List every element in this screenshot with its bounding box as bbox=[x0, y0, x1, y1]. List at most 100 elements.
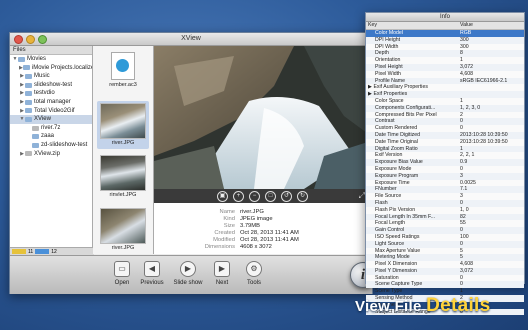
info-row[interactable]: DPI Height 300 bbox=[366, 36, 524, 44]
info-row[interactable]: Custom Rendered 0 bbox=[366, 125, 524, 132]
info-value: 1 bbox=[460, 57, 463, 64]
close-window-button[interactable] bbox=[14, 35, 23, 44]
info-row[interactable]: Color Model RGB bbox=[366, 30, 524, 37]
info-row[interactable]: Exif Version 2, 2, 1 bbox=[366, 152, 524, 159]
info-row[interactable]: Depth 8 bbox=[366, 50, 524, 58]
info-key: Components Configurati... bbox=[375, 105, 465, 112]
info-row[interactable]: Max Aperture Value 5 bbox=[366, 248, 524, 255]
info-row[interactable]: File Source 3 bbox=[366, 193, 524, 200]
info-value: 82 bbox=[460, 213, 466, 220]
info-row[interactable]: Exposure Time 0.0025 bbox=[366, 180, 524, 187]
previous-button[interactable]: ◀ Previous bbox=[134, 259, 170, 286]
value-column-header[interactable]: Value bbox=[460, 22, 473, 29]
info-row[interactable]: Scene Capture Type 0 bbox=[366, 281, 524, 289]
info-key: Gain Control bbox=[375, 227, 465, 234]
sidebar-item[interactable]: zaaa bbox=[10, 132, 92, 141]
info-row[interactable]: Focal Length 55 bbox=[366, 220, 524, 227]
info-row[interactable]: Contrast 0 bbox=[366, 118, 524, 126]
info-row[interactable]: Exposure Mode 0 bbox=[366, 166, 524, 173]
zoom-window-button[interactable] bbox=[38, 35, 47, 44]
info-group-row[interactable]: ▶ Exif Properties bbox=[366, 91, 524, 98]
sidebar-item[interactable]: ▶ iMovie Projects.localized bbox=[10, 64, 92, 73]
info-key: Flash Pix Version bbox=[375, 207, 465, 214]
thumbnail-item-selected[interactable]: river.JPG bbox=[97, 101, 149, 149]
info-row[interactable]: Color Space 1 bbox=[366, 98, 524, 105]
info-group-row[interactable]: ▶ Exif Auxiliary Properties bbox=[366, 84, 524, 91]
sidebar-item[interactable]: ▶ Music bbox=[10, 72, 92, 81]
next-label: Next bbox=[215, 280, 229, 286]
info-row[interactable]: FNumber 7.1 bbox=[366, 186, 524, 194]
info-row[interactable]: Pixel Width 4,608 bbox=[366, 71, 524, 78]
image-viewer[interactable] bbox=[154, 46, 371, 189]
file-info-key: Modified bbox=[213, 237, 235, 243]
info-row[interactable]: Date Time Original 2013:10:28 10:39:50 bbox=[366, 139, 524, 146]
info-row[interactable]: Digital Zoom Ratio 1 bbox=[366, 145, 524, 153]
sidebar-item-label: Movies bbox=[27, 56, 47, 62]
sidebar-item[interactable]: ▶ testvdio bbox=[10, 89, 92, 98]
info-row[interactable]: Saturation 0 bbox=[366, 275, 524, 282]
play-icon: ▶ bbox=[180, 261, 196, 277]
info-key-text: Exposure Mode bbox=[375, 165, 412, 172]
info-value: 55 bbox=[460, 220, 466, 227]
folder-icon bbox=[22, 65, 30, 71]
info-row[interactable]: Metering Mode 5 bbox=[366, 254, 524, 262]
thumbnail-item[interactable]: river.JPG bbox=[97, 206, 149, 254]
info-row[interactable]: ISO Speed Ratings 100 bbox=[366, 234, 524, 241]
file-info-panel: Name river.JPG Kind JPEG image Size 3.79MB Cre… bbox=[154, 203, 371, 254]
info-row[interactable]: Date Time Digitized 2013:10:28 10:39:50 bbox=[366, 131, 524, 139]
thumbnail-item[interactable]: rember.ac3 bbox=[97, 52, 149, 98]
save-icon[interactable]: ▣ bbox=[217, 190, 228, 202]
info-value: 0 bbox=[460, 281, 463, 288]
sidebar-item[interactable]: river.7z bbox=[10, 124, 92, 133]
info-row[interactable]: Flash Pix Version 1, 0 bbox=[366, 207, 524, 214]
info-table-body: Color Model RGB DPI Height 300 DPI Width 300 D… bbox=[366, 30, 524, 316]
info-row[interactable]: DPI Width 300 bbox=[366, 44, 524, 51]
key-column-header[interactable]: Key bbox=[368, 22, 458, 29]
rotate-left-icon[interactable]: ↺ bbox=[281, 190, 292, 202]
info-row[interactable]: Flash 0 bbox=[366, 199, 524, 207]
info-row[interactable]: Compressed Bits Per Pixel 2 bbox=[366, 112, 524, 119]
sidebar-item[interactable]: ▶ Total Video2Gif bbox=[10, 107, 92, 116]
info-table-header: Key Value bbox=[366, 22, 524, 30]
info-row[interactable]: Light Source 0 bbox=[366, 240, 524, 248]
thumbnail-item[interactable]: rinvlet.JPG bbox=[97, 153, 149, 201]
info-key: Saturation bbox=[375, 275, 465, 282]
info-row[interactable]: Exposure Bias Value 0.9 bbox=[366, 159, 524, 166]
info-value: 100 bbox=[460, 233, 469, 240]
folder-icon bbox=[25, 82, 32, 88]
sidebar-item[interactable]: ▶ total manager bbox=[10, 98, 92, 107]
info-row[interactable]: Components Configurati... 1, 2, 3, 0 bbox=[366, 104, 524, 112]
next-button[interactable]: ▶ Next bbox=[204, 259, 240, 286]
info-row[interactable]: Gain Control 0 bbox=[366, 227, 524, 234]
sidebar-item[interactable]: zd-slideshow-test bbox=[10, 141, 92, 150]
sidebar-item[interactable]: ▶ XView.zip bbox=[10, 150, 92, 159]
main-window: XView Files ▼ Movies ▶ iMovie Projects.loca… bbox=[9, 32, 373, 294]
info-key-text: Date Time Digitized bbox=[375, 131, 420, 138]
info-row[interactable]: Exposure Program 3 bbox=[366, 172, 524, 180]
file-info-row: Size 3.79MB bbox=[154, 223, 371, 230]
info-value: 3 bbox=[460, 193, 463, 200]
info-row[interactable]: Pixel X Dimension 4,608 bbox=[366, 261, 524, 268]
info-row[interactable]: Orientation 1 bbox=[366, 57, 524, 64]
slide-show-label: Slide show bbox=[173, 280, 203, 286]
info-row[interactable]: Pixel Y Dimension 3,072 bbox=[366, 267, 524, 275]
zoom-out-icon[interactable]: − bbox=[249, 190, 260, 202]
fit-icon[interactable]: □ bbox=[265, 190, 276, 202]
promo-accent: Details bbox=[426, 295, 491, 316]
info-key: Color Model bbox=[375, 30, 465, 37]
sidebar-item[interactable]: ▼ XView bbox=[10, 115, 92, 124]
minimize-window-button[interactable] bbox=[26, 35, 35, 44]
info-key-text: Pixel Width bbox=[375, 70, 401, 77]
info-key: Color Space bbox=[375, 98, 465, 105]
info-row[interactable]: Pixel Height 3,072 bbox=[366, 63, 524, 71]
file-info-key: Dimensions bbox=[204, 244, 235, 250]
tools-button[interactable]: ⚙ Tools bbox=[236, 259, 272, 286]
bottom-toolbar: ▭ Open ◀ Previous ▶ Slide show ▶ Next ⚙ … bbox=[10, 255, 372, 294]
sidebar-item[interactable]: ▼ Movies bbox=[10, 55, 92, 64]
sidebar-item[interactable]: ▶ slideshow-test bbox=[10, 81, 92, 90]
info-row[interactable]: Focal Length In 35mm F... 82 bbox=[366, 213, 524, 221]
info-row[interactable]: Profile Name sRGB IEC61966-2.1 bbox=[366, 77, 524, 85]
rotate-right-icon[interactable]: ↻ bbox=[297, 190, 308, 202]
zoom-in-icon[interactable]: + bbox=[233, 190, 244, 202]
slide-show-button[interactable]: ▶ Slide show bbox=[170, 259, 206, 286]
